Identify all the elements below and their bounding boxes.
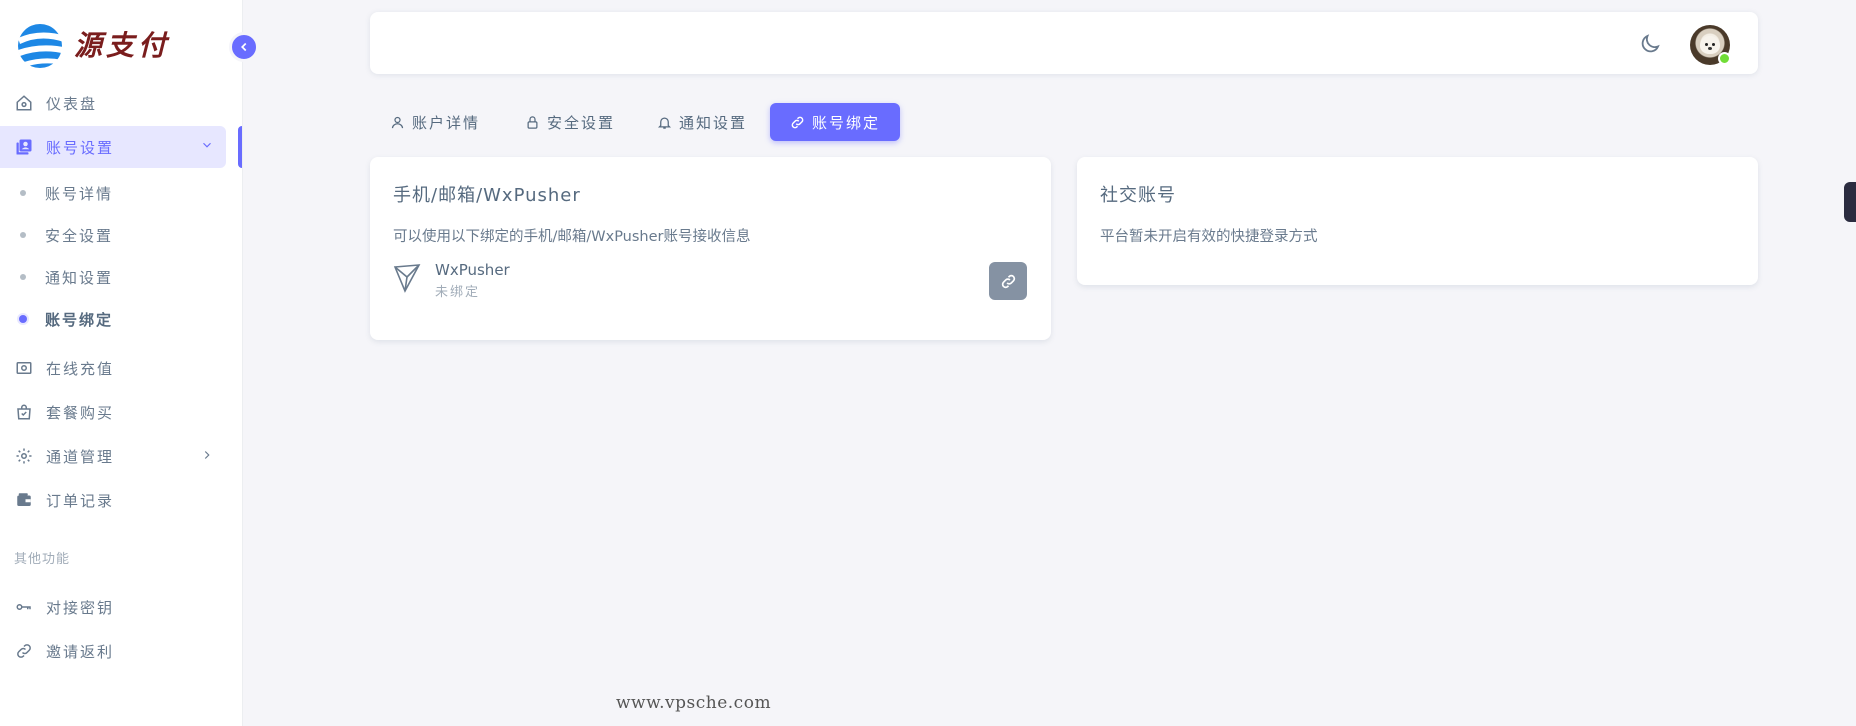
top-navbar <box>370 12 1758 74</box>
avatar-eye <box>1705 43 1708 46</box>
user-box-icon <box>14 137 34 157</box>
sidebar-item-channel-management[interactable]: 通道管理 <box>0 436 226 476</box>
sidebar-item-label: 仪表盘 <box>46 94 98 113</box>
tab-label: 安全设置 <box>547 113 616 132</box>
sidebar: 源支付 仪表盘 账号设置 账号详情 安全设置 通知设置 账号绑定 在线充值 套餐… <box>0 0 243 726</box>
sidebar-item-label: 套餐购买 <box>46 403 115 422</box>
chevron-left-icon <box>241 42 247 52</box>
sidebar-item-label: 账号设置 <box>46 138 115 157</box>
paper-plane-icon <box>393 264 421 293</box>
social-accounts-card: 社交账号 平台暂未开启有效的快捷登录方式 <box>1077 157 1758 285</box>
wallet-icon <box>14 490 34 510</box>
bullet-dot <box>20 232 26 238</box>
chevron-right-icon <box>204 451 210 459</box>
binding-item-name: WxPusher <box>435 261 510 279</box>
user-icon <box>390 114 406 130</box>
avatar-eye <box>1712 43 1715 46</box>
globe-logo-icon <box>18 24 68 68</box>
binding-item-status: 未绑定 <box>435 285 481 300</box>
moon-icon[interactable] <box>1638 32 1662 56</box>
sidebar-item-order-records[interactable]: 订单记录 <box>0 480 226 520</box>
binding-card-description: 可以使用以下绑定的手机/邮箱/WxPusher账号接收信息 <box>393 229 751 245</box>
sidebar-subitem-label: 账号绑定 <box>45 310 114 329</box>
avatar[interactable] <box>1690 25 1731 65</box>
money-icon <box>14 358 34 378</box>
link-icon <box>14 641 34 661</box>
tab-label: 账户详情 <box>412 113 481 132</box>
sidebar-item-account-settings[interactable]: 账号设置 <box>0 126 226 168</box>
tab-account-binding[interactable]: 账号绑定 <box>770 103 901 141</box>
sidebar-item-label: 通道管理 <box>46 447 115 466</box>
key-icon <box>14 597 34 617</box>
shopping-bag-icon <box>14 402 34 422</box>
customizer-toggle[interactable] <box>1844 182 1856 222</box>
chevron-down-icon <box>203 142 211 148</box>
social-card-title: 社交账号 <box>1100 185 1176 206</box>
online-status-dot <box>1718 52 1731 65</box>
sidebar-item-dashboard[interactable]: 仪表盘 <box>0 83 226 123</box>
sidebar-subitem-notification-settings[interactable]: 通知设置 <box>0 259 226 295</box>
tab-security-settings[interactable]: 安全设置 <box>525 103 615 141</box>
sidebar-collapse-button[interactable] <box>229 32 259 62</box>
link-icon <box>1001 274 1015 288</box>
sidebar-subitem-account-binding[interactable]: 账号绑定 <box>0 301 226 337</box>
home-icon <box>14 93 34 113</box>
brand-name: 源支付 <box>74 29 171 62</box>
lock-icon <box>525 114 541 130</box>
binding-card-title: 手机/邮箱/WxPusher <box>393 185 581 206</box>
section-header-other: 其他功能 <box>14 552 71 567</box>
bullet-dot <box>19 315 27 323</box>
sidebar-item-recharge[interactable]: 在线充值 <box>0 348 226 388</box>
avatar-nose <box>1708 47 1712 50</box>
sidebar-item-referral[interactable]: 邀请返利 <box>0 631 226 671</box>
sidebar-subitem-label: 通知设置 <box>45 268 114 287</box>
sidebar-item-label: 邀请返利 <box>46 642 115 661</box>
sidebar-item-label: 对接密钥 <box>46 598 115 617</box>
avatar-face <box>1700 36 1720 54</box>
link-icon <box>790 114 806 130</box>
brand-logo[interactable]: 源支付 <box>14 18 168 72</box>
tab-label: 通知设置 <box>679 113 748 132</box>
tab-label: 账号绑定 <box>812 113 881 132</box>
bind-wxpusher-button[interactable] <box>989 262 1027 300</box>
bell-icon <box>657 114 673 130</box>
social-card-description: 平台暂未开启有效的快捷登录方式 <box>1100 229 1318 245</box>
sidebar-item-label: 在线充值 <box>46 359 115 378</box>
sidebar-subitem-account-details[interactable]: 账号详情 <box>0 175 226 211</box>
sidebar-subitem-label: 账号详情 <box>45 184 114 203</box>
watermark-text: www.vpsche.com <box>616 693 772 713</box>
sidebar-subitem-label: 安全设置 <box>45 226 114 245</box>
bullet-dot <box>20 274 26 280</box>
sidebar-subitem-security-settings[interactable]: 安全设置 <box>0 217 226 253</box>
tab-notification-settings[interactable]: 通知设置 <box>657 103 747 141</box>
sidebar-item-label: 订单记录 <box>46 491 115 510</box>
sidebar-item-api-keys[interactable]: 对接密钥 <box>0 587 226 627</box>
tab-account-details[interactable]: 账户详情 <box>390 103 480 141</box>
sidebar-item-package-purchase[interactable]: 套餐购买 <box>0 392 226 432</box>
bullet-dot <box>20 190 26 196</box>
active-indicator <box>238 126 242 168</box>
binding-card: 手机/邮箱/WxPusher 可以使用以下绑定的手机/邮箱/WxPusher账号… <box>370 157 1051 340</box>
gear-icon <box>14 446 34 466</box>
